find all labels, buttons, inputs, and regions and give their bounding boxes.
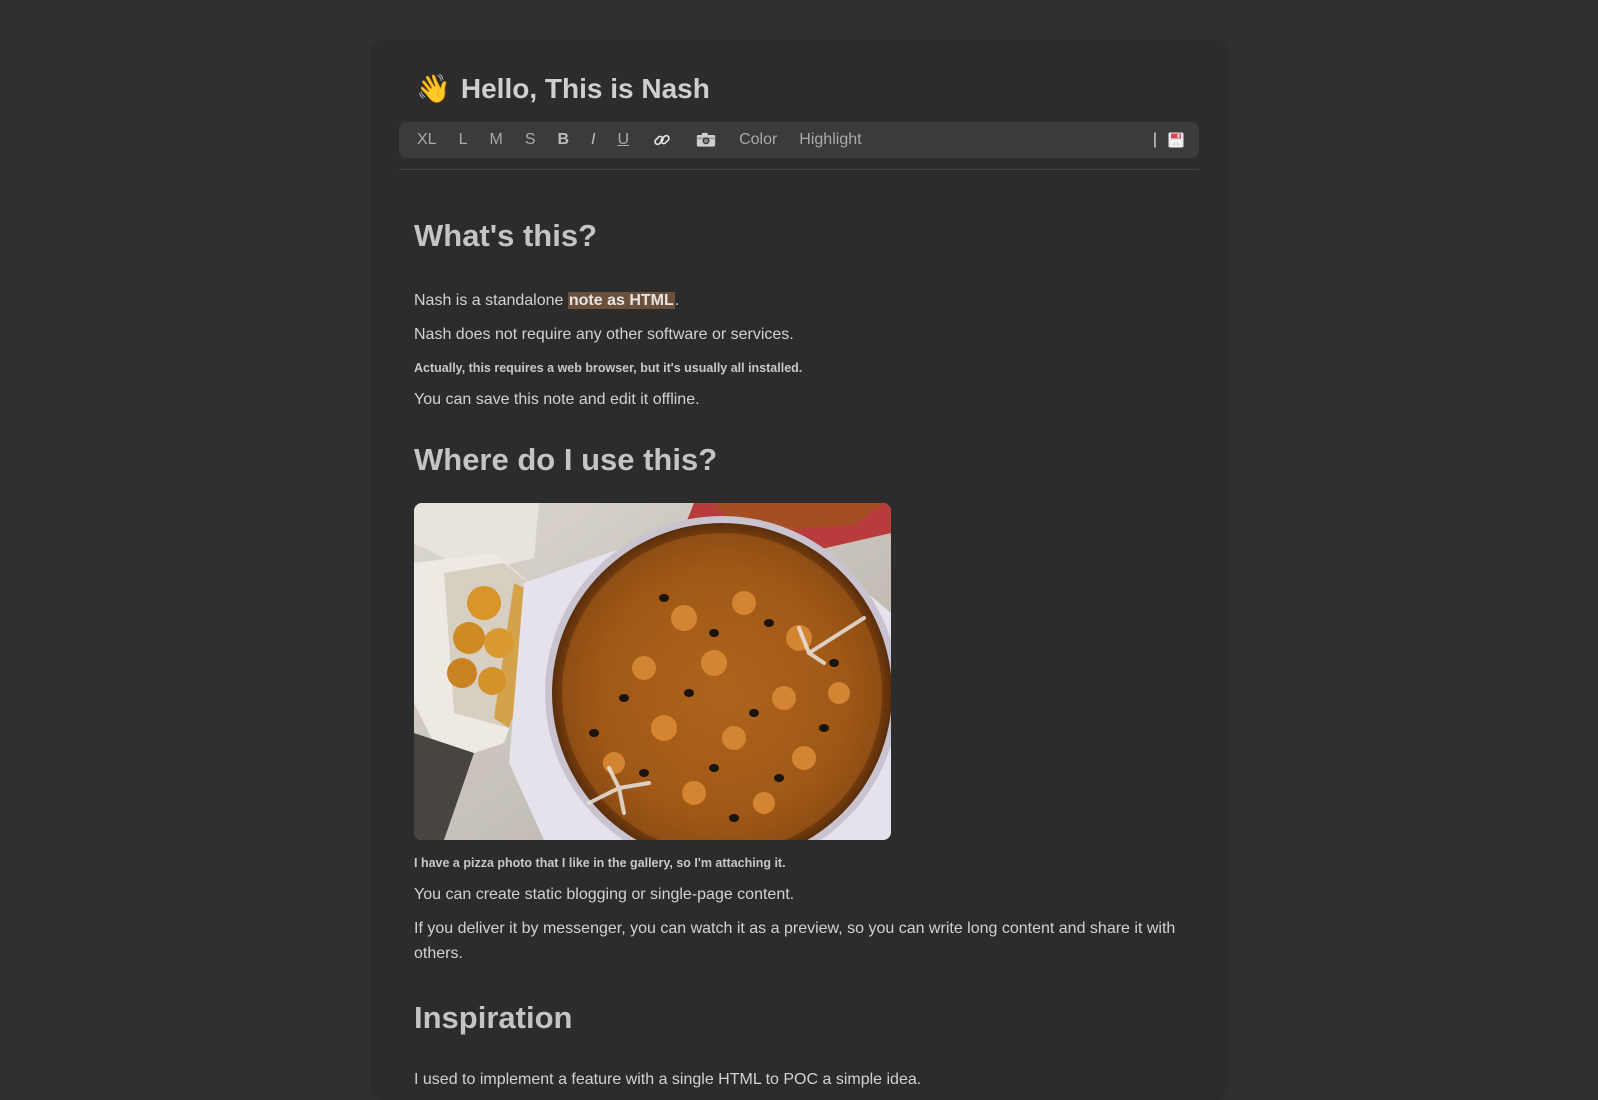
- paragraph-messenger: If you deliver it by messenger, you can …: [414, 920, 1176, 962]
- bold-button[interactable]: B: [546, 122, 580, 158]
- pizza-photo-wrapper: [414, 503, 1194, 840]
- size-m-button[interactable]: M: [478, 122, 513, 158]
- paragraph-browser-note: Actually, this requires a web browser, b…: [414, 361, 803, 375]
- text-period: .: [674, 292, 680, 309]
- paragraph-standalone: Nash is a standalone note as HTML.: [414, 288, 1194, 313]
- size-l-button[interactable]: L: [448, 122, 479, 158]
- text-standalone: Nash is a standalone: [414, 292, 568, 309]
- pizza-photo[interactable]: [414, 503, 891, 840]
- paragraph-inspiration: I used to implement a feature with a sin…: [414, 1071, 922, 1088]
- note-sheet: 👋 Hello, This is Nash XL L M S B I U Col…: [370, 40, 1228, 1100]
- italic-button[interactable]: I: [580, 122, 606, 158]
- size-s-button[interactable]: S: [514, 122, 547, 158]
- heading-whats-this: What's this?: [414, 218, 598, 253]
- highlight-button[interactable]: Highlight: [788, 122, 872, 158]
- note-title[interactable]: Hello, This is Nash: [461, 70, 710, 108]
- heading-inspiration: Inspiration: [414, 1000, 573, 1035]
- note-body[interactable]: What's this? Nash is a standalone note a…: [414, 215, 1194, 1092]
- heading-where-use: Where do I use this?: [414, 442, 718, 477]
- paragraph-static-blogging: You can create static blogging or single…: [414, 886, 795, 903]
- waving-hand-icon: 👋: [416, 73, 451, 104]
- underline-button[interactable]: U: [607, 122, 641, 158]
- highlighted-text: note as HTML: [567, 292, 675, 309]
- size-xl-button[interactable]: XL: [399, 122, 448, 158]
- paragraph-save-offline: You can save this note and edit it offli…: [414, 391, 700, 408]
- paragraph-no-software: Nash does not require any other software…: [414, 326, 794, 343]
- toolbar-separator: |: [1152, 131, 1157, 148]
- camera-icon[interactable]: [695, 122, 717, 158]
- image-caption: I have a pizza photo that I like in the …: [414, 856, 786, 870]
- link-icon[interactable]: [651, 122, 673, 158]
- floppy-disk-icon[interactable]: [1165, 122, 1187, 158]
- toolbar-divider: [399, 169, 1199, 170]
- color-button[interactable]: Color: [728, 122, 788, 158]
- format-toolbar: XL L M S B I U Color Highlight |: [399, 122, 1199, 158]
- note-header: 👋 Hello, This is Nash: [416, 70, 710, 108]
